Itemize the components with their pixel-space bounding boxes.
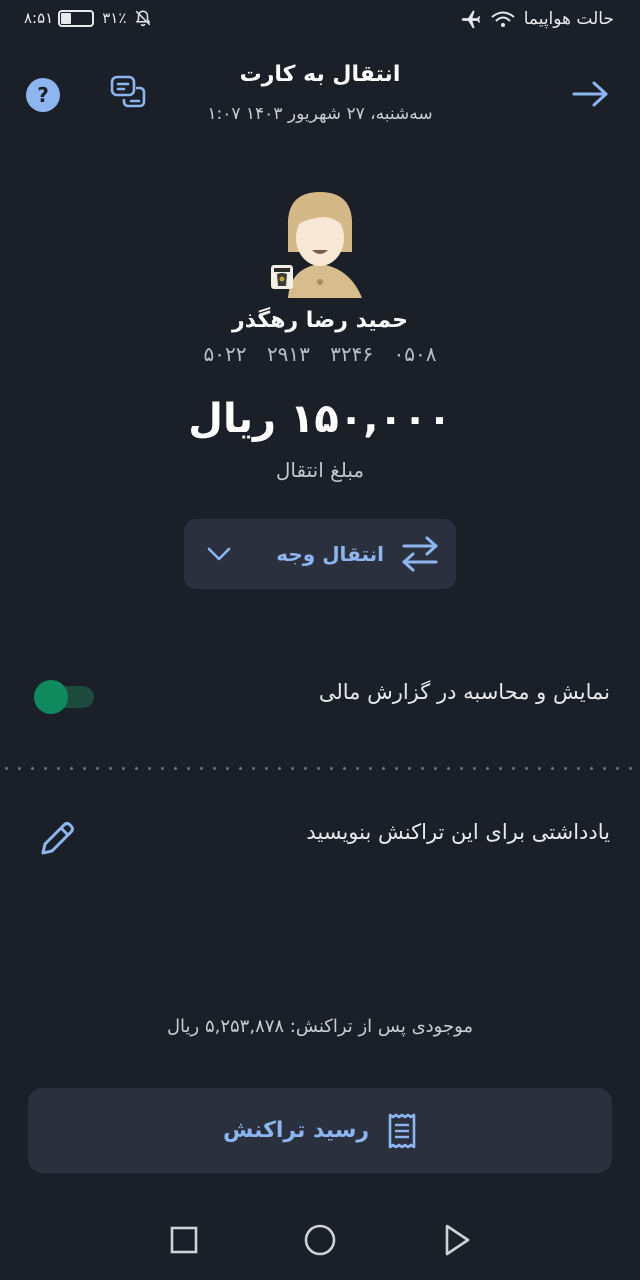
bank-logo-icon xyxy=(268,262,296,292)
triangle-icon xyxy=(445,1224,470,1256)
airplane-icon xyxy=(461,10,480,29)
pencil-icon xyxy=(41,822,74,855)
recents-button[interactable] xyxy=(164,1220,204,1260)
notifications-off-icon xyxy=(136,10,151,27)
swap-arrows-icon xyxy=(402,536,438,572)
transfer-amount: ۱۵۰,۰۰۰ ریال xyxy=(188,396,452,442)
edit-note-button[interactable] xyxy=(36,818,78,860)
status-time: ۸:۵۱ xyxy=(24,9,54,27)
recipient-name: حمید رضا رهگذر xyxy=(232,308,408,333)
receipt-button[interactable]: رسید تراکنش xyxy=(28,1088,612,1173)
home-button[interactable] xyxy=(300,1220,340,1260)
transfer-type-dropdown[interactable]: انتقال وجه xyxy=(184,519,456,589)
balance-after-transaction: موجودی پس از تراکنش: ۵,۲۵۳,۸۷۸ ریال xyxy=(166,1016,474,1037)
transfer-type-label: انتقال وجه xyxy=(276,542,384,566)
transaction-datetime: سه‌شنبه، ۲۷ شهریور ۱۴۰۳ ۱:۰۷ xyxy=(207,104,433,124)
square-icon xyxy=(170,1226,198,1254)
battery-icon xyxy=(58,9,95,27)
airplane-mode-label: حالت هواپیما xyxy=(523,9,614,29)
chevron-down-icon xyxy=(207,547,231,561)
wifi-icon xyxy=(491,11,515,27)
receipt-button-label: رسید تراکنش xyxy=(223,1118,370,1143)
recipient-card-number: ۵۰۲۲ ۲۹۱۳ ۳۲۴۶ ۰۵۰۸ xyxy=(203,342,437,366)
back-nav-button[interactable] xyxy=(436,1220,476,1260)
receipt-icon xyxy=(388,1113,416,1148)
note-input[interactable]: یادداشتی برای این تراکنش بنویسید xyxy=(306,820,610,844)
dotted-divider xyxy=(0,767,640,770)
system-navigation-bar xyxy=(0,1200,640,1280)
status-right: حالت هواپیما xyxy=(460,8,614,30)
status-bar: ۸:۵۱ ۳۱٪ حالت هواپیما xyxy=(0,0,640,40)
status-left: ۸:۵۱ ۳۱٪ xyxy=(24,9,152,27)
report-toggle-label: نمایش و محاسبه در گزارش مالی xyxy=(318,680,610,704)
circle-icon xyxy=(304,1224,336,1256)
transfer-amount-label: مبلغ انتقال xyxy=(275,458,365,482)
battery-percent: ۳۱٪ xyxy=(102,9,127,27)
arrow-right-icon xyxy=(572,81,608,107)
report-toggle[interactable] xyxy=(34,680,94,714)
page-title: انتقال به کارت xyxy=(239,62,401,87)
back-button[interactable] xyxy=(568,74,612,114)
